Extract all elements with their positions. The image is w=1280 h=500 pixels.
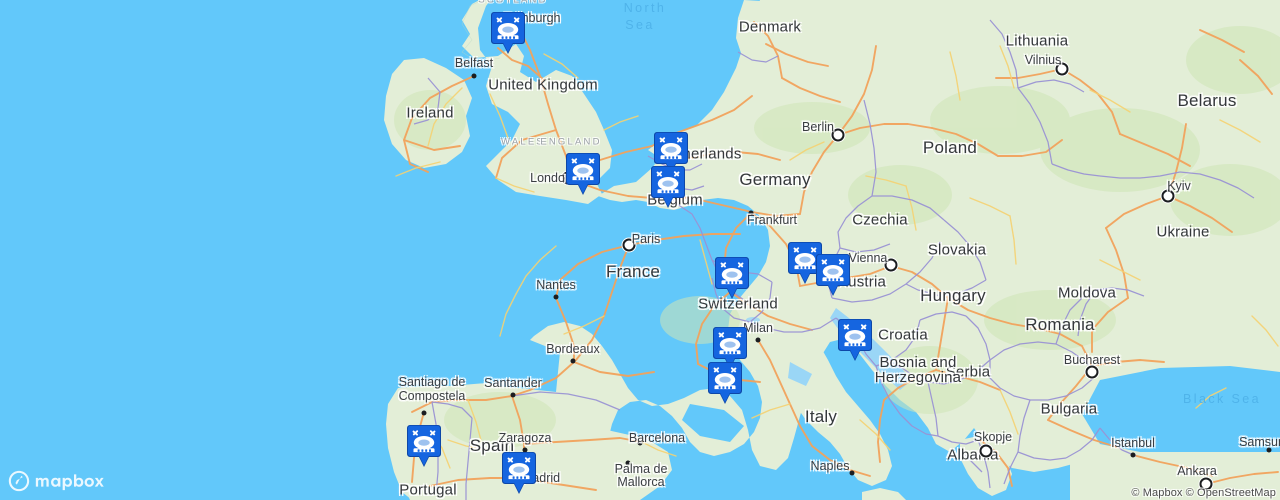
- stadium-marker-icon[interactable]: [714, 256, 750, 300]
- stadium-marker-icon[interactable]: [490, 11, 526, 55]
- stadium-marker-icon[interactable]: [565, 152, 601, 196]
- mapbox-logo[interactable]: mapbox: [8, 470, 125, 492]
- map-attribution[interactable]: © Mapbox © OpenStreetMap: [1131, 487, 1276, 499]
- stadium-marker-icon[interactable]: [406, 424, 442, 468]
- stadium-marker-icon[interactable]: [650, 165, 686, 209]
- stadium-marker-icon[interactable]: [707, 361, 743, 405]
- stadium-marker-icon[interactable]: [501, 451, 537, 495]
- attribution-text[interactable]: © Mapbox © OpenStreetMap: [1131, 487, 1276, 499]
- stadium-marker-icon[interactable]: [815, 253, 851, 297]
- black-sea: [1082, 366, 1280, 452]
- map-canvas[interactable]: Ireland United Kingdom Denmark Germany Polan…: [0, 0, 1280, 500]
- geography-layer: [384, 0, 1280, 500]
- stadium-marker-icon[interactable]: [837, 318, 873, 362]
